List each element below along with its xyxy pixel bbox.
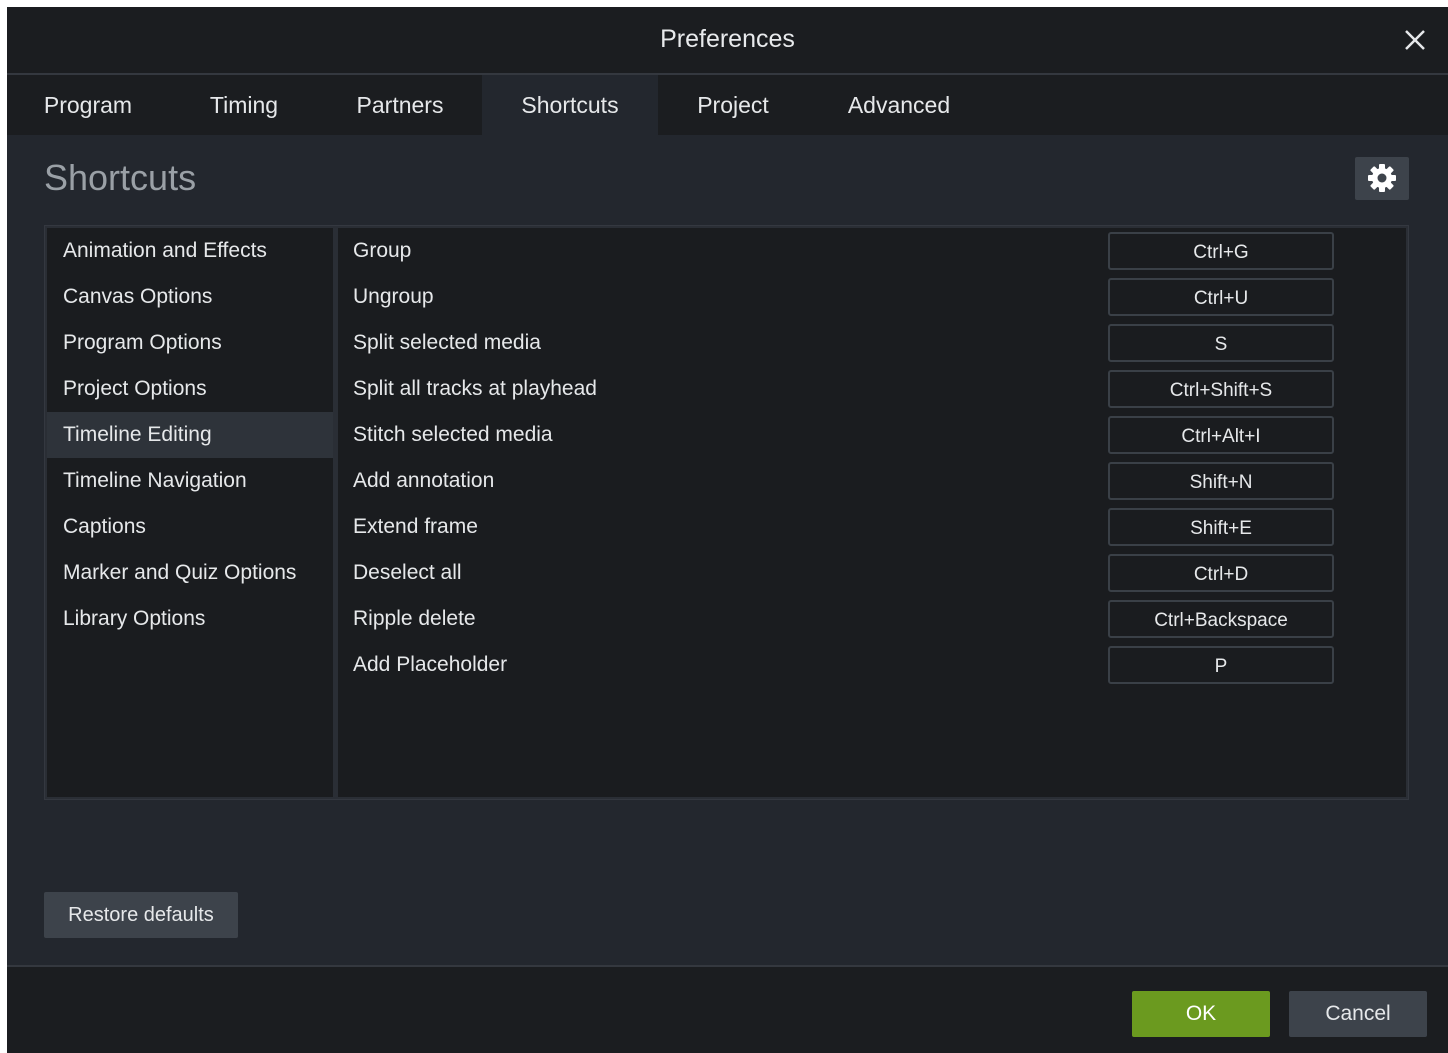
gear-icon [1368,164,1396,192]
tab-shortcuts[interactable]: Shortcuts [482,75,658,135]
shortcut-key-field[interactable]: Shift+N [1108,462,1334,500]
tab-bar: Program Timing Partners Shortcuts Projec… [7,75,1448,135]
category-project-options[interactable]: Project Options [47,366,333,412]
category-marker-and-quiz-options[interactable]: Marker and Quiz Options [47,550,333,596]
section-heading: Shortcuts [44,157,197,198]
tab-timing[interactable]: Timing [169,75,319,135]
category-captions[interactable]: Captions [47,504,333,550]
shortcut-label: Add Placeholder [353,653,508,676]
shortcut-label: Split selected media [353,331,541,354]
shortcut-label: Ripple delete [353,607,476,630]
category-timeline-editing[interactable]: Timeline Editing [47,412,333,458]
title-bar: Preferences [7,7,1448,75]
shortcut-key-field[interactable]: P [1108,646,1334,684]
tab-partners[interactable]: Partners [319,75,481,135]
category-program-options[interactable]: Program Options [47,320,333,366]
shortcut-key-field[interactable]: Ctrl+Alt+I [1108,416,1334,454]
shortcut-key-field[interactable]: Ctrl+G [1108,232,1334,270]
category-timeline-navigation[interactable]: Timeline Navigation [47,458,333,504]
dialog-footer: OK Cancel [7,967,1448,1053]
settings-button[interactable] [1355,157,1409,200]
ok-button[interactable]: OK [1132,991,1270,1037]
shortcut-label: Stitch selected media [353,423,553,446]
restore-defaults-button[interactable]: Restore defaults [44,892,238,938]
tab-program[interactable]: Program [7,75,169,135]
shortcut-list: Group Ctrl+G Ungroup Ctrl+U Split select… [338,228,1406,797]
shortcut-key-field[interactable]: S [1108,324,1334,362]
shortcut-key-field[interactable]: Ctrl+Backspace [1108,600,1334,638]
shortcut-label: Deselect all [353,561,462,584]
shortcut-label: Ungroup [353,285,434,308]
window-title: Preferences [660,25,795,53]
shortcut-label: Group [353,239,412,262]
category-canvas-options[interactable]: Canvas Options [47,274,333,320]
shortcut-key-field[interactable]: Ctrl+U [1108,278,1334,316]
shortcuts-panel: Animation and Effects Canvas Options Pro… [44,225,1409,800]
close-icon[interactable] [1400,25,1430,55]
category-library-options[interactable]: Library Options [47,596,333,642]
shortcut-key-field[interactable]: Shift+E [1108,508,1334,546]
shortcut-key-field[interactable]: Ctrl+D [1108,554,1334,592]
preferences-dialog: Preferences Program Timing Partners Shor… [7,7,1448,1053]
cancel-button[interactable]: Cancel [1289,991,1427,1037]
category-animation-and-effects[interactable]: Animation and Effects [47,228,333,274]
shortcut-key-field[interactable]: Ctrl+Shift+S [1108,370,1334,408]
shortcut-label: Extend frame [353,515,478,538]
shortcut-label: Add annotation [353,469,495,492]
shortcut-label: Split all tracks at playhead [353,377,597,400]
category-list: Animation and Effects Canvas Options Pro… [47,228,333,797]
tab-project[interactable]: Project [658,75,808,135]
tab-advanced[interactable]: Advanced [808,75,990,135]
